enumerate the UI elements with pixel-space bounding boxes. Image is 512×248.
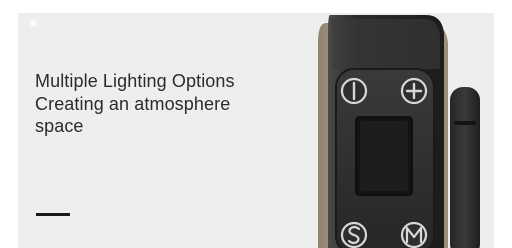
headline-line-3: space <box>35 116 84 136</box>
m-button-icon <box>400 221 428 248</box>
power-button-icon <box>340 77 368 105</box>
accent-underline <box>36 213 70 216</box>
product-image <box>318 15 480 248</box>
antenna <box>450 87 480 248</box>
headline-line-2: Creating an atmosphere <box>35 93 231 114</box>
hero-panel: Multiple Lighting Options Creating an at… <box>18 13 494 248</box>
s-button-icon <box>340 221 368 248</box>
headline-line-1: Multiple Lighting Options <box>35 71 235 91</box>
feature-headline: Multiple Lighting Options Creating an at… <box>35 70 305 138</box>
plus-button-icon <box>400 77 428 105</box>
slide-indicator-dot <box>30 20 37 27</box>
display-screen <box>355 116 413 196</box>
